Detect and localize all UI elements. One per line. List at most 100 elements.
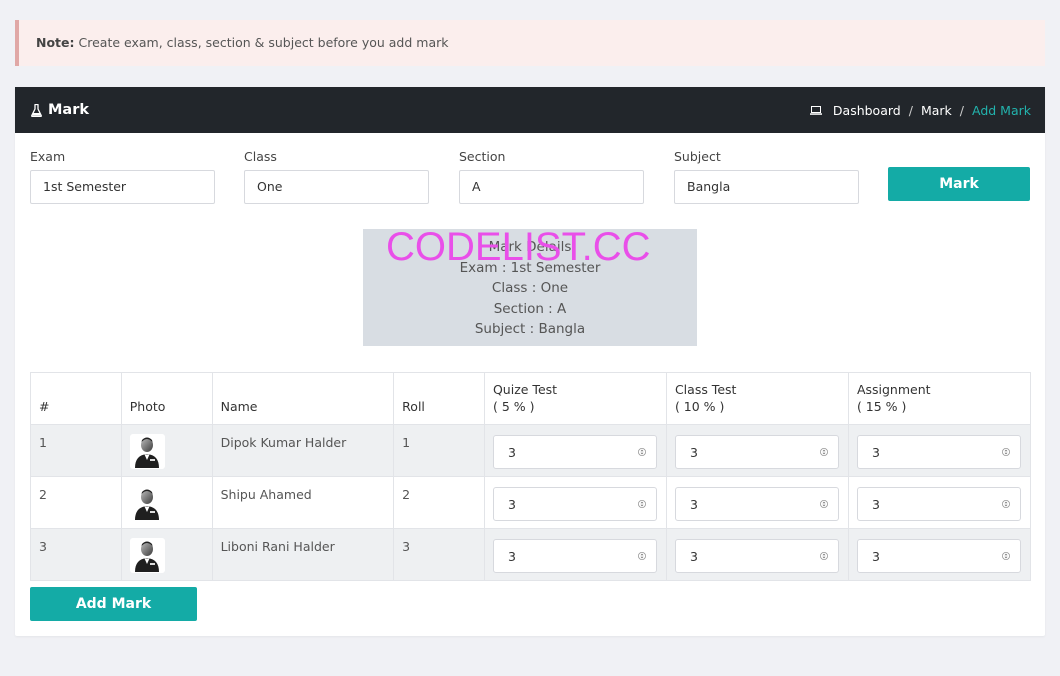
table-body: 1 Dipok Kumar Halder 1 3 3 3 2 Shipu Ahamed 2 3 3 3… — [30, 424, 1032, 581]
details-exam: Exam : 1st Semester — [459, 259, 601, 276]
avatar — [129, 486, 165, 521]
table-header-row: # Photo Name Roll Quize Test ( 5 % ) Cla… — [30, 372, 1032, 425]
details-title: Mark Delails — [488, 239, 572, 255]
subject-group: Subject Bangla — [674, 149, 859, 204]
quiz-test-cell: 3 — [483, 528, 667, 581]
row-num: 3 — [30, 528, 122, 581]
assignment-value: 3 — [871, 444, 880, 460]
note-text: Create exam, class, section & subject be… — [78, 35, 449, 50]
laptop-icon — [809, 105, 822, 115]
assignment-input[interactable]: 3 — [856, 487, 1021, 521]
col-name: Name — [211, 372, 395, 425]
flask-icon — [31, 103, 42, 117]
class-label: Class — [244, 149, 277, 164]
section-select[interactable]: A — [459, 170, 644, 204]
spinner-arrows-icon[interactable] — [637, 498, 646, 510]
col-class-test-pct: ( 10 % ) — [674, 399, 725, 414]
class-test-cell: 3 — [665, 476, 849, 529]
row-photo-cell — [120, 476, 213, 529]
class-test-value: 3 — [689, 444, 698, 460]
quiz-test-value: 3 — [507, 548, 516, 564]
exam-select[interactable]: 1st Semester — [30, 170, 215, 204]
note-label: Note: — [36, 35, 75, 50]
table-row: 3 Liboni Rani Halder 3 3 3 3 — [30, 528, 1032, 581]
class-test-cell: 3 — [665, 528, 849, 581]
row-name: Dipok Kumar Halder — [211, 424, 395, 477]
spinner-arrows-icon[interactable] — [637, 550, 646, 562]
col-class-test: Class Test ( 10 % ) — [665, 372, 849, 425]
spinner-arrows-icon[interactable] — [1001, 498, 1010, 510]
class-group: Class One — [244, 149, 429, 204]
row-num: 2 — [30, 476, 122, 529]
table-row: 1 Dipok Kumar Halder 1 3 3 3 — [30, 424, 1032, 477]
breadcrumb-separator: / — [908, 102, 913, 118]
quiz-test-value: 3 — [507, 444, 516, 460]
class-test-value: 3 — [689, 496, 698, 512]
assignment-cell: 3 — [847, 424, 1032, 477]
col-class-test-label: Class Test — [674, 382, 737, 397]
row-roll: 3 — [393, 528, 485, 581]
col-quiz: Quize Test ( 5 % ) — [483, 372, 667, 425]
breadcrumb-mark[interactable]: Mark — [921, 103, 952, 118]
col-assignment-pct: ( 15 % ) — [856, 399, 907, 414]
assignment-input[interactable]: 3 — [856, 539, 1021, 573]
mark-card: Mark Dashboard / Mark / Add Mark Exam 1s… — [15, 87, 1045, 636]
quiz-test-input[interactable]: 3 — [492, 435, 657, 469]
mark-details-box: Mark Delails Exam : 1st Semester Class :… — [363, 229, 697, 346]
quiz-test-input[interactable]: 3 — [492, 487, 657, 521]
spinner-arrows-icon[interactable] — [819, 550, 828, 562]
col-assignment: Assignment ( 15 % ) — [847, 372, 1032, 425]
subject-label: Subject — [674, 149, 721, 164]
class-test-input[interactable]: 3 — [674, 539, 839, 573]
class-test-input[interactable]: 3 — [674, 487, 839, 521]
assignment-value: 3 — [871, 548, 880, 564]
spinner-arrows-icon[interactable] — [637, 446, 646, 458]
col-assignment-label: Assignment — [856, 382, 931, 397]
details-subject: Subject : Bangla — [474, 321, 586, 337]
avatar-icon — [135, 541, 160, 572]
row-roll: 1 — [393, 424, 485, 477]
class-test-cell: 3 — [665, 424, 849, 477]
section-label: Section — [459, 149, 506, 164]
details-section: Section : A — [493, 300, 567, 317]
col-photo: Photo — [120, 372, 213, 425]
note-alert: Note: Create exam, class, section & subj… — [15, 20, 1045, 66]
quiz-test-input[interactable]: 3 — [492, 539, 657, 573]
card-header: Mark Dashboard / Mark / Add Mark — [15, 87, 1045, 133]
title-text: Mark — [48, 102, 90, 118]
avatar — [129, 434, 165, 469]
class-select[interactable]: One — [244, 170, 429, 204]
assignment-cell: 3 — [847, 476, 1032, 529]
avatar-icon — [135, 489, 160, 520]
row-num: 1 — [30, 424, 122, 477]
assignment-cell: 3 — [847, 528, 1032, 581]
assignment-input[interactable]: 3 — [856, 435, 1021, 469]
exam-label: Exam — [30, 149, 66, 164]
col-quiz-label: Quize Test — [492, 382, 558, 397]
breadcrumb-add-mark: Add Mark — [972, 102, 1031, 118]
avatar — [129, 538, 165, 573]
row-name: Shipu Ahamed — [211, 476, 395, 529]
row-roll: 2 — [393, 476, 485, 529]
quiz-test-value: 3 — [507, 496, 516, 512]
assignment-value: 3 — [871, 496, 880, 512]
section-group: Section A — [459, 149, 644, 204]
subject-select[interactable]: Bangla — [674, 170, 859, 204]
table-row: 2 Shipu Ahamed 2 3 3 3 — [30, 476, 1032, 529]
col-num: # — [30, 372, 122, 425]
mark-button[interactable]: Mark — [888, 167, 1030, 201]
spinner-arrows-icon[interactable] — [819, 446, 828, 458]
spinner-arrows-icon[interactable] — [1001, 446, 1010, 458]
add-mark-button[interactable]: Add Mark — [30, 587, 197, 621]
class-test-input[interactable]: 3 — [674, 435, 839, 469]
page-title: Mark — [31, 102, 89, 118]
breadcrumb-separator: / — [959, 102, 964, 118]
row-photo-cell — [120, 424, 213, 477]
col-roll: Roll — [393, 372, 485, 425]
col-quiz-pct: ( 5 % ) — [492, 399, 535, 414]
breadcrumb-dashboard[interactable]: Dashboard — [833, 103, 901, 118]
row-name: Liboni Rani Halder — [211, 528, 395, 581]
spinner-arrows-icon[interactable] — [1001, 550, 1010, 562]
spinner-arrows-icon[interactable] — [819, 498, 828, 510]
exam-group: Exam 1st Semester — [30, 149, 215, 204]
